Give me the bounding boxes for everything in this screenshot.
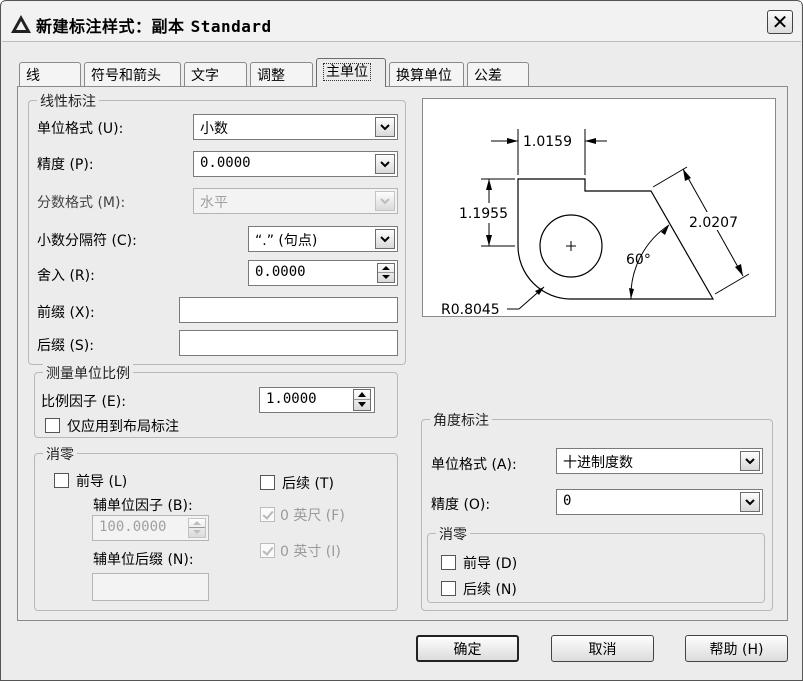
angular-unit-format-select[interactable]: 十进制度数	[556, 448, 763, 474]
window-title-prefix: 新建标注样式：副本	[36, 17, 185, 36]
chevron-down-icon	[375, 191, 395, 211]
title-bar[interactable]: 新建标注样式：副本 Standard ✕	[2, 2, 801, 42]
preview-left-dimension: 1.1955	[459, 206, 508, 222]
close-icon: ✕	[771, 10, 789, 34]
close-button[interactable]: ✕	[767, 10, 793, 34]
dimension-style-dialog: 新建标注样式：副本 Standard ✕ 线 符号和箭头 文字 调整 主单位 换…	[0, 0, 803, 681]
trailing-zero-label: 后续 (T)	[282, 476, 334, 492]
angular-leading-zero-checkbox[interactable]	[441, 555, 456, 570]
unit-format-label: 单位格式 (U):	[37, 121, 124, 137]
angular-dimensions-legend: 角度标注	[430, 410, 492, 430]
decimal-separator-select[interactable]: “.” (句点)	[248, 226, 398, 252]
zero-inches-checkbox[interactable]	[260, 543, 275, 558]
preview-right-dimension: 2.0207	[689, 215, 738, 231]
spinner-arrows-icon[interactable]	[377, 263, 395, 283]
tab-symbols-arrows[interactable]: 符号和箭头	[84, 62, 181, 86]
precision-select[interactable]: 0.0000	[193, 151, 398, 177]
window-title-style-name: Standard	[190, 17, 272, 36]
window-title: 新建标注样式：副本 Standard	[36, 13, 272, 37]
leading-zero-label: 前导 (L)	[76, 474, 128, 490]
angular-trailing-zero-checkbox[interactable]	[441, 581, 456, 596]
tab-tolerances[interactable]: 公差	[467, 62, 529, 86]
ok-button[interactable]: 确定	[416, 635, 519, 662]
sub-unit-factor-label: 辅单位因子 (B):	[93, 498, 193, 514]
angular-precision-label: 精度 (O):	[431, 497, 491, 513]
preview-angle-dimension: 60°	[626, 252, 651, 268]
chevron-down-icon[interactable]	[740, 451, 760, 471]
apply-layout-only-label: 仅应用到布局标注	[67, 419, 179, 435]
scale-factor-label: 比例因子 (E):	[41, 394, 126, 410]
decimal-separator-label: 小数分隔符 (C):	[37, 233, 137, 249]
leading-zero-checkbox[interactable]	[54, 473, 69, 488]
tab-text[interactable]: 文字	[184, 62, 247, 86]
preview-top-dimension: 1.0159	[523, 134, 572, 150]
help-button[interactable]: 帮助 (H)	[685, 635, 788, 662]
zero-suppression-angular-legend: 消零	[436, 524, 470, 544]
dimension-preview-drawing: 1.0159 1.1955 2.0207 60° R0.8045	[441, 129, 750, 317]
chevron-down-icon[interactable]	[375, 154, 395, 174]
cancel-button[interactable]: 取消	[551, 635, 654, 662]
angular-unit-format-label: 单位格式 (A):	[431, 457, 517, 473]
suffix-label: 后缀 (S):	[37, 338, 94, 354]
round-off-label: 舍入 (R):	[37, 268, 95, 284]
tab-primary-units[interactable]: 主单位	[316, 58, 386, 87]
fraction-format-label: 分数格式 (M):	[37, 195, 126, 211]
sub-unit-factor-spinner[interactable]: 100.0000	[92, 515, 209, 541]
unit-format-select[interactable]: 小数	[193, 114, 398, 140]
tab-fit[interactable]: 调整	[250, 62, 313, 86]
round-off-spinner[interactable]: 0.0000	[248, 260, 398, 286]
chevron-down-icon[interactable]	[375, 229, 395, 249]
chevron-down-icon[interactable]	[740, 492, 760, 512]
preview-radius-dimension: R0.8045	[441, 302, 500, 317]
angular-trailing-zero-label: 后续 (N)	[463, 582, 517, 598]
angular-leading-zero-label: 前导 (D)	[463, 556, 518, 572]
zero-suppression-linear-legend: 消零	[43, 444, 77, 464]
prefix-input[interactable]	[179, 297, 398, 323]
zero-feet-checkbox[interactable]	[260, 507, 275, 522]
chevron-down-icon[interactable]	[375, 117, 395, 137]
precision-label: 精度 (P):	[37, 157, 94, 173]
spinner-arrows-icon	[188, 518, 206, 538]
zero-feet-label: 0 英尺 (F)	[280, 508, 345, 524]
apply-layout-only-checkbox[interactable]	[45, 418, 60, 433]
scale-spinner-arrows-icon[interactable]	[353, 389, 371, 411]
tab-lines[interactable]: 线	[19, 62, 81, 86]
linear-dimensions-legend: 线性标注	[37, 91, 99, 111]
angular-precision-select[interactable]: 0	[556, 489, 763, 515]
prefix-label: 前缀 (X):	[37, 305, 95, 321]
measurement-scale-legend: 测量单位比例	[43, 363, 133, 383]
dimension-preview: 1.0159 1.1955 2.0207 60° R0.8045	[422, 98, 776, 317]
tab-alternate-units[interactable]: 换算单位	[389, 62, 464, 86]
sub-unit-suffix-input[interactable]	[92, 573, 209, 601]
zero-inches-label: 0 英寸 (I)	[280, 544, 341, 560]
sub-unit-suffix-label: 辅单位后缀 (N):	[93, 552, 194, 568]
fraction-format-select[interactable]: 水平	[193, 188, 398, 214]
suffix-input[interactable]	[179, 330, 398, 356]
autocad-app-icon	[11, 15, 31, 33]
trailing-zero-checkbox[interactable]	[260, 475, 275, 490]
